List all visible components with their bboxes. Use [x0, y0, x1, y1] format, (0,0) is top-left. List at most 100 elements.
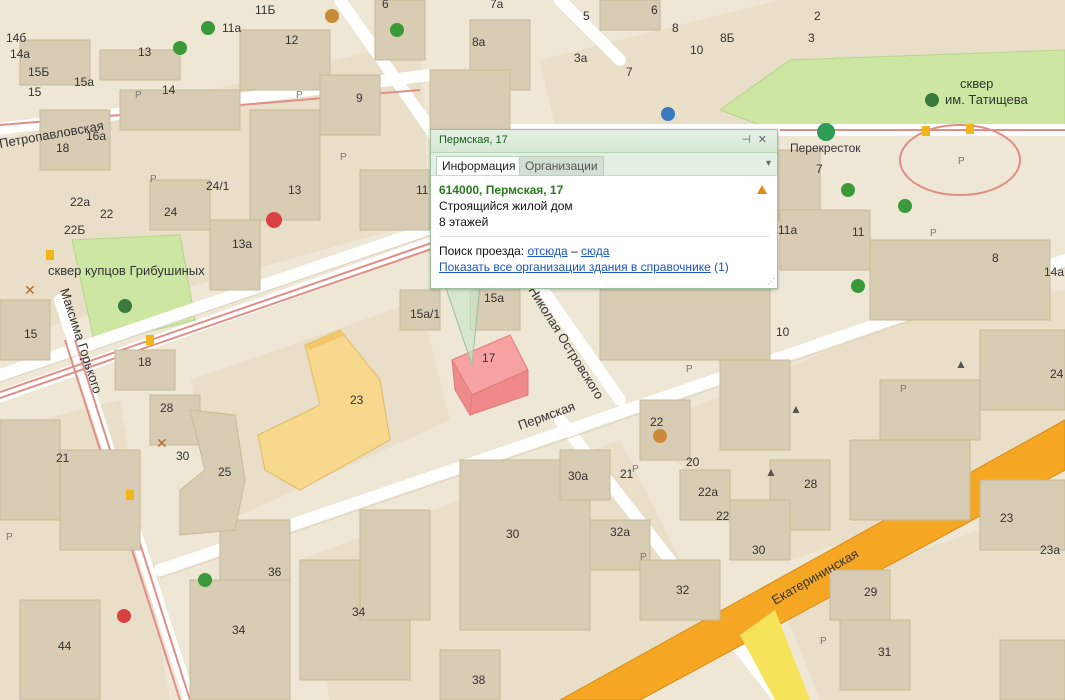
house-number: 2	[814, 9, 821, 23]
house-number: 30	[506, 527, 520, 541]
place-perekrestok: Перекресток	[790, 141, 861, 155]
house-number: 34	[232, 623, 246, 637]
tab-information[interactable]: Информация	[436, 156, 522, 175]
house-number: 3	[808, 31, 815, 45]
house-number: 28	[804, 477, 818, 491]
house-number: 11а	[222, 21, 241, 35]
place-skver-gribushinyh: сквер купцов Грибушиных	[48, 263, 205, 278]
house-number: 15а	[484, 291, 504, 305]
house-number: 10	[776, 325, 790, 339]
house-number: 11а	[778, 223, 797, 237]
park-icon	[118, 299, 132, 313]
house-number: 8а	[472, 35, 486, 49]
house-number: 18	[138, 355, 152, 369]
park-icon	[925, 93, 939, 107]
parking-icon: P	[150, 174, 157, 185]
place-skver-tatishcheva-2: им. Татищева	[945, 92, 1028, 107]
route-dash: –	[570, 244, 578, 258]
house-number: 14а	[10, 47, 30, 61]
house-number: 8	[672, 21, 679, 35]
cafe-icon	[653, 429, 667, 443]
house-number: 44	[58, 639, 72, 653]
bus-stop-icon	[46, 250, 54, 260]
house-number: 12	[285, 33, 299, 47]
museum-icon: ▲	[765, 465, 777, 479]
shop-icon	[817, 123, 835, 141]
parking-icon: P	[900, 384, 907, 395]
shop-icon	[390, 23, 404, 37]
map-canvas[interactable]: Пермская Екатерининская Николая Островск…	[0, 0, 1065, 700]
shop-icon	[851, 279, 865, 293]
house-number: 30а	[568, 469, 588, 483]
house-number: 15а/1	[410, 307, 440, 321]
house-number: 34	[352, 605, 366, 619]
house-number: 20	[686, 455, 700, 469]
house-number: 29	[864, 585, 878, 599]
route-to-link[interactable]: сюда	[581, 244, 609, 258]
house-number: 13	[288, 183, 302, 197]
house-number: 10	[690, 43, 704, 57]
route-label: Поиск проезда:	[439, 244, 525, 258]
house-number: 6	[382, 0, 389, 11]
house-number: 22а	[698, 485, 718, 499]
house-number: 22	[100, 207, 114, 221]
pin-icon[interactable]: ⊣	[741, 133, 751, 146]
parking-icon: P	[296, 90, 303, 101]
house-number: 30	[176, 449, 190, 463]
house-number: 7	[816, 162, 823, 176]
house-number: 13а	[232, 237, 252, 251]
house-number: 32а	[610, 525, 630, 539]
show-organizations-link[interactable]: Показать все организации здания в справо…	[439, 260, 711, 274]
house-number: 14а	[1044, 265, 1064, 279]
tab-organizations[interactable]: Организации	[519, 156, 604, 176]
house-number: 30	[752, 543, 766, 557]
warning-icon	[757, 185, 767, 194]
bus-stop-icon	[922, 126, 930, 136]
house-number: 6	[651, 3, 658, 17]
shop-icon	[841, 183, 855, 197]
chevron-down-icon[interactable]: ▾	[766, 158, 771, 169]
house-number: 5	[583, 9, 590, 23]
house-number: 14б	[6, 31, 26, 45]
floors-count: 8 этажей	[439, 215, 489, 229]
house-number: 25	[218, 465, 232, 479]
resize-handle-icon[interactable]: ⋰	[767, 277, 775, 286]
house-number: 23а	[1040, 543, 1060, 557]
house-number: 9	[356, 91, 363, 105]
bus-stop-icon	[966, 124, 974, 134]
parking-icon: P	[632, 464, 639, 475]
house-number: 32	[676, 583, 690, 597]
house-number: 23	[1000, 511, 1014, 525]
house-number: 11	[416, 183, 429, 197]
parking-icon: P	[958, 156, 965, 167]
house-number: 22	[716, 509, 730, 523]
house-number: 31	[878, 645, 892, 659]
restaurant-icon: ✕	[24, 282, 36, 298]
hospital-icon	[117, 609, 131, 623]
house-number: 13	[138, 45, 152, 59]
house-number: 8	[992, 251, 999, 265]
bus-stop-icon	[126, 490, 134, 500]
museum-icon: ▲	[955, 357, 967, 371]
house-number: 28	[160, 401, 174, 415]
house-number: 15	[24, 327, 38, 341]
house-number: 18	[56, 141, 70, 155]
house-number: 36	[268, 565, 282, 579]
house-number: 15Б	[28, 65, 49, 79]
house-number: 21	[56, 451, 70, 465]
cafe-icon	[325, 9, 339, 23]
house-number: 22а	[70, 195, 90, 209]
postal-address: 614000, Пермская, 17	[439, 183, 564, 197]
close-icon[interactable]: ✕	[758, 133, 767, 146]
building-status: Строящийся жилой дом	[439, 199, 573, 213]
info-popup[interactable]: Пермская, 17 ⊣ ✕ Информация Организации …	[430, 129, 778, 289]
route-from-link[interactable]: отсюда	[527, 244, 567, 258]
house-number: 7а	[490, 0, 504, 11]
popup-header: Пермская, 17 ⊣ ✕	[431, 130, 777, 153]
route-search: Поиск проезда: отсюда – сюда	[439, 243, 769, 259]
house-number: 14	[162, 83, 176, 97]
divider	[439, 236, 769, 237]
house-number: 16а	[86, 129, 106, 143]
school-icon	[661, 107, 675, 121]
bank-icon	[198, 573, 212, 587]
